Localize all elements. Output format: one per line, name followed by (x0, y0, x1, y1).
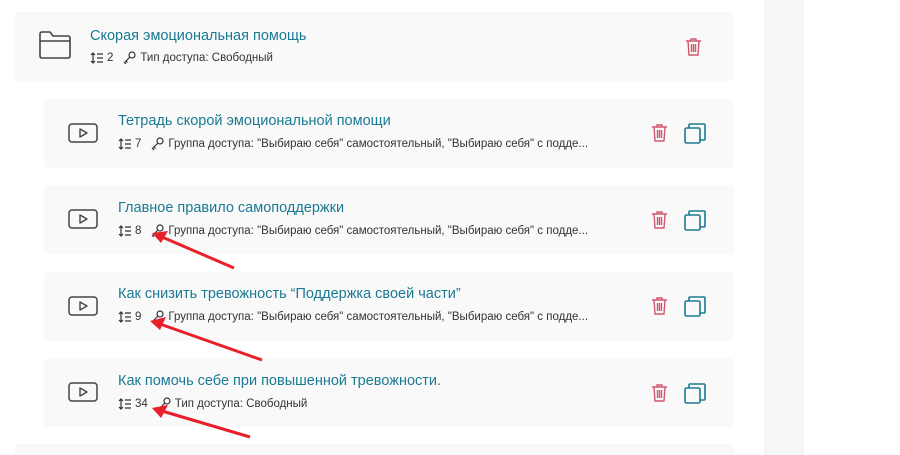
lesson-order-number: 8 (135, 225, 142, 237)
lesson-card[interactable]: Главное правило самоподдержки 8 Группа д… (44, 185, 734, 254)
key-icon (158, 397, 171, 411)
lesson-title[interactable]: Тетрадь скорой эмоциональной помощи (118, 113, 391, 129)
folder-card[interactable]: Скорая эмоциональная помощь 2 Тип доступ… (14, 12, 734, 81)
lesson-order-number: 9 (135, 311, 142, 323)
trash-icon[interactable] (685, 37, 702, 56)
trash-icon[interactable] (651, 210, 668, 229)
video-icon (68, 382, 98, 402)
key-icon (151, 224, 165, 238)
order-list-icon (118, 398, 131, 410)
lesson-meta: 9 Группа доступа: "Выбираю себя" самосто… (118, 309, 634, 325)
trash-icon[interactable] (651, 123, 668, 142)
video-icon (68, 296, 98, 316)
key-icon (151, 137, 165, 151)
trash-icon[interactable] (651, 383, 668, 402)
lesson-order-number: 34 (135, 398, 148, 410)
right-side-panel (764, 0, 804, 455)
key-icon (151, 310, 165, 324)
order-list-icon (118, 311, 131, 323)
lesson-meta: 34 Тип доступа: Свободный (118, 396, 634, 412)
page: Скорая эмоциональная помощь 2 Тип доступ… (0, 0, 900, 455)
folder-access-type: Тип доступа: Свободный (140, 52, 273, 64)
order-list-icon (118, 225, 131, 237)
copy-icon[interactable] (684, 210, 706, 232)
order-list-icon (118, 138, 131, 150)
lesson-title[interactable]: Главное правило самоподдержки (118, 200, 344, 216)
copy-icon[interactable] (684, 123, 706, 145)
video-icon (68, 123, 98, 143)
lesson-order-number: 7 (135, 138, 142, 150)
key-icon (123, 51, 137, 65)
folder-icon (39, 31, 71, 59)
lesson-access-type: Тип доступа: Свободный (174, 398, 308, 410)
folder-title[interactable]: Скорая эмоциональная помощь (90, 28, 306, 44)
video-icon (68, 209, 98, 229)
lesson-title[interactable]: Как помочь себе при повышенной тревожнос… (118, 373, 441, 389)
lesson-card[interactable]: Как помочь себе при повышенной тревожнос… (44, 358, 734, 427)
folder-meta: 2 Тип доступа: Свободный (90, 50, 273, 66)
lesson-access-group: Группа доступа: "Выбираю себя" самостоят… (168, 225, 589, 237)
next-folder-card[interactable] (14, 444, 734, 455)
lesson-title[interactable]: Как снизить тревожность “Поддержка своей… (118, 286, 461, 302)
lesson-meta: 8 Группа доступа: "Выбираю себя" самосто… (118, 223, 634, 239)
lesson-access-group: Группа доступа: "Выбираю себя" самостоят… (168, 311, 589, 323)
copy-icon[interactable] (684, 296, 706, 318)
lesson-card[interactable]: Тетрадь скорой эмоциональной помощи 7 Гр… (44, 99, 734, 168)
order-list-icon (90, 52, 103, 64)
lesson-card[interactable]: Как снизить тревожность “Поддержка своей… (44, 272, 734, 341)
lesson-access-group: Группа доступа: "Выбираю себя" самостоят… (168, 138, 589, 150)
trash-icon[interactable] (651, 296, 668, 315)
lesson-meta: 7 Группа доступа: "Выбираю себя" самосто… (118, 136, 634, 152)
folder-lessons-count: 2 (107, 52, 114, 64)
copy-icon[interactable] (684, 383, 706, 405)
